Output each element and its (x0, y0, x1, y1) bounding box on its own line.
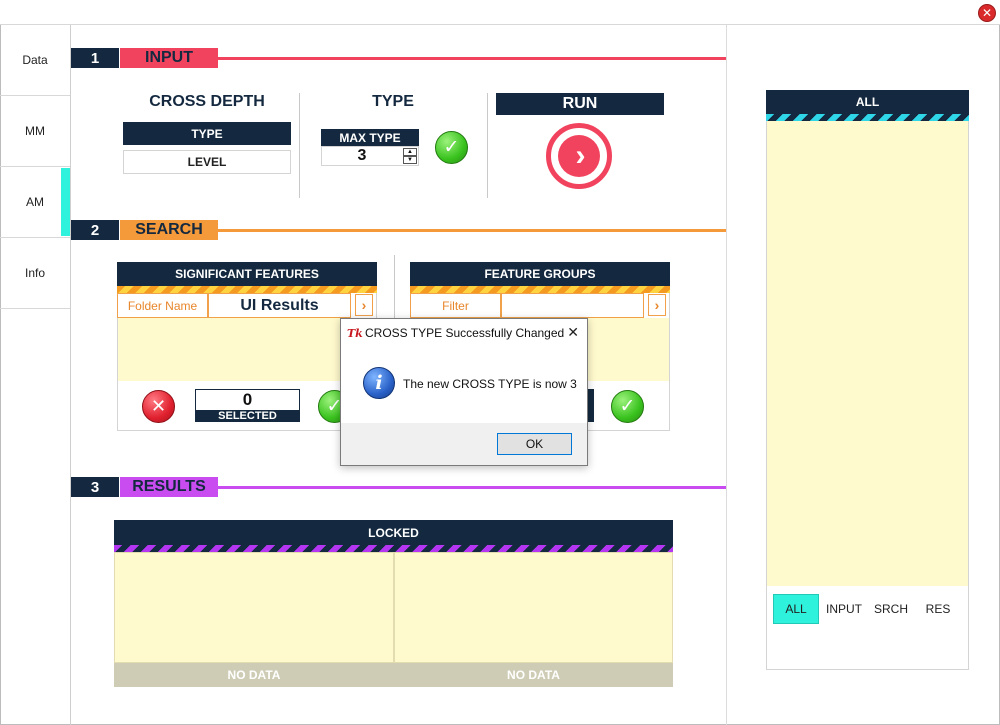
section-divider-input (218, 57, 726, 60)
panel-divider (726, 25, 727, 725)
folder-name-field[interactable]: UI Results (208, 293, 351, 318)
tab-input[interactable]: INPUT (821, 594, 867, 624)
sidebar-item-mm[interactable]: MM (0, 96, 70, 167)
folder-next-button[interactable]: › (355, 294, 373, 316)
spin-down-icon[interactable]: ▼ (403, 156, 417, 164)
results-left-status: NO DATA (114, 663, 394, 687)
significant-features-title: SIGNIFICANT FEATURES (117, 262, 377, 286)
tk-app-icon: Tk (347, 326, 363, 340)
tab-res[interactable]: RES (915, 594, 961, 624)
dialog-body: i The new CROSS TYPE is now 3 (341, 347, 587, 423)
divider (487, 93, 488, 198)
run-button[interactable]: › (546, 123, 612, 189)
clear-selection-icon[interactable]: ✕ (142, 390, 175, 423)
stripe-divider (766, 114, 969, 121)
sidebar-item-data[interactable]: Data (0, 25, 70, 96)
results-right-pane[interactable] (394, 552, 673, 663)
section-number-results: 3 (71, 477, 119, 497)
results-right-status: NO DATA (394, 663, 673, 687)
sidebar-item-info[interactable]: Info (0, 238, 70, 309)
selected-label: SELECTED (196, 410, 299, 422)
dialog-title-bar[interactable]: Tk CROSS TYPE Successfully Changed ✕ (341, 319, 587, 347)
divider (299, 93, 300, 198)
right-panel-title: ALL (766, 90, 969, 114)
info-icon: i (363, 367, 395, 399)
spin-up-icon[interactable]: ▲ (403, 148, 417, 156)
max-type-spinbox[interactable]: 3 ▲ ▼ (321, 146, 419, 166)
stripe-divider (117, 286, 377, 293)
selected-count: 0 (242, 390, 253, 409)
confirm-groups-icon[interactable]: ✓ (611, 390, 644, 423)
active-tab-indicator (61, 168, 70, 236)
max-type-value: 3 (357, 147, 367, 164)
results-left-pane[interactable] (114, 552, 394, 663)
dialog-footer: OK (341, 423, 587, 465)
section-number-input: 1 (71, 48, 119, 68)
sidebar-item-label: AM (26, 195, 44, 209)
section-number-search: 2 (71, 220, 119, 240)
max-type-label: MAX TYPE (321, 129, 419, 146)
folder-name-label: Folder Name (117, 293, 208, 318)
type-heading: TYPE (372, 93, 414, 110)
sidebar-item-am[interactable]: AM (0, 167, 70, 238)
message-dialog: Tk CROSS TYPE Successfully Changed ✕ i T… (340, 318, 588, 466)
cross-depth-type-button[interactable]: TYPE (123, 122, 291, 145)
section-title-search: SEARCH (120, 220, 218, 240)
selected-counter: 0 SELECTED (195, 389, 300, 422)
cross-depth-level-button[interactable]: LEVEL (123, 150, 291, 174)
sidebar: Data MM AM Info (0, 25, 71, 725)
right-panel-list[interactable] (767, 121, 968, 586)
filter-label: Filter (410, 293, 501, 318)
dialog-title: CROSS TYPE Successfully Changed (365, 326, 565, 340)
close-window-icon[interactable]: ✕ (978, 4, 996, 22)
results-locked-title: LOCKED (114, 520, 673, 545)
section-title-results: RESULTS (120, 477, 218, 497)
feature-groups-title: FEATURE GROUPS (410, 262, 670, 286)
stripe-divider (410, 286, 670, 293)
confirm-type-icon[interactable]: ✓ (435, 131, 468, 164)
filter-input[interactable] (501, 293, 644, 318)
title-bar (0, 0, 1000, 25)
sidebar-item-label: Data (22, 53, 48, 67)
dialog-message: The new CROSS TYPE is now 3 (403, 377, 577, 391)
sidebar-item-label: Info (24, 266, 45, 280)
stripe-divider (114, 545, 673, 552)
section-divider-search (218, 229, 726, 232)
significant-features-list[interactable] (118, 318, 376, 381)
cross-depth-heading: CROSS DEPTH (149, 93, 265, 110)
sidebar-item-label: MM (25, 124, 45, 138)
tab-srch[interactable]: SRCH (868, 594, 914, 624)
section-title-input: INPUT (120, 48, 218, 68)
tab-all[interactable]: ALL (773, 594, 819, 624)
ok-button[interactable]: OK (497, 433, 572, 455)
run-label: RUN (496, 93, 664, 115)
dialog-close-icon[interactable]: ✕ (567, 324, 579, 341)
filter-next-button[interactable]: › (648, 294, 666, 316)
chevron-right-icon: › (558, 135, 600, 177)
section-divider-results (218, 486, 726, 489)
